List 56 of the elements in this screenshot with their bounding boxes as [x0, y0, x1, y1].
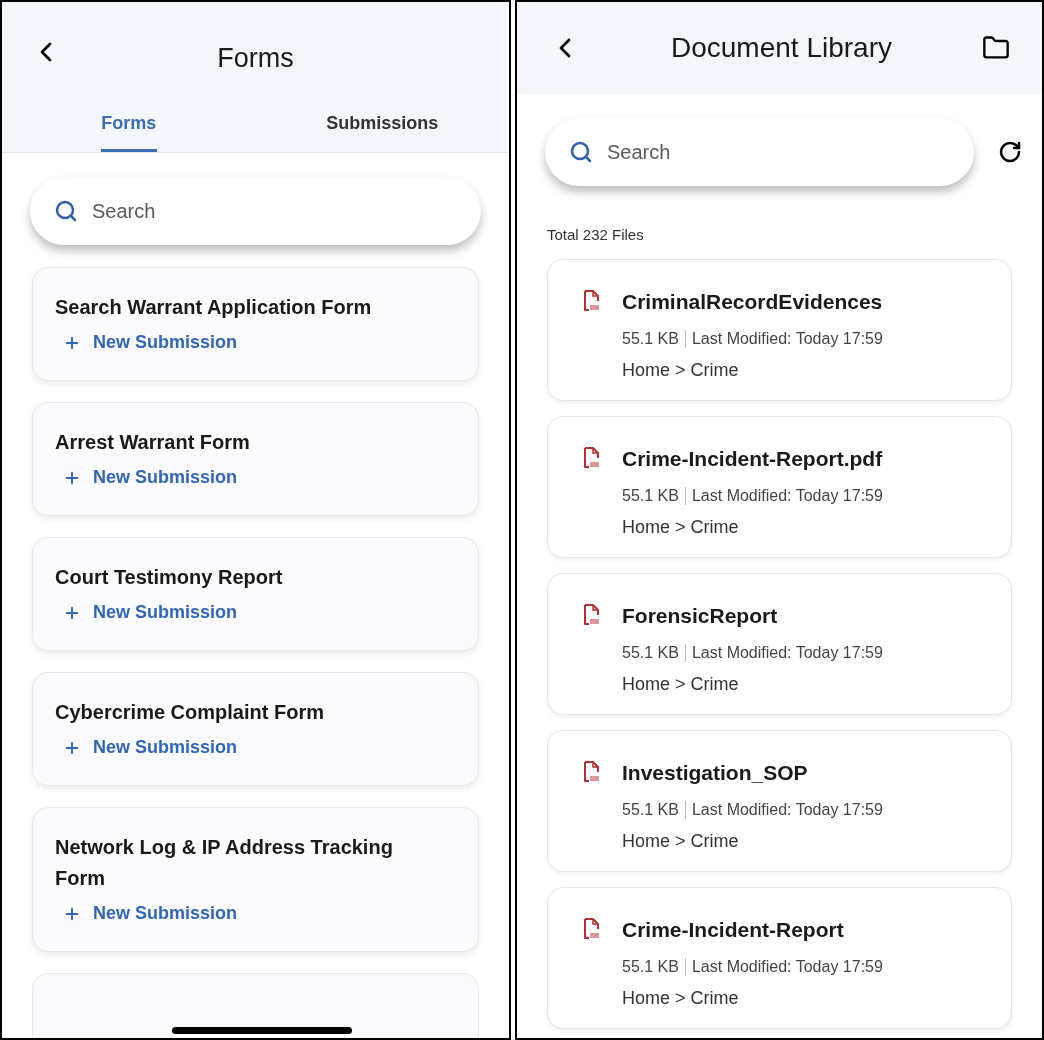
form-title: Network Log & IP Address Tracking Form [55, 835, 394, 891]
file-size: 55.1 KB [622, 957, 679, 977]
pdf-file-icon [582, 603, 600, 626]
new-submission-button[interactable]: New Submission [55, 329, 238, 356]
file-card[interactable]: ForensicReport 55.1 KB Last Modified: Today 17:59 Home > Crime [547, 572, 1012, 715]
file-size: 55.1 KB [622, 800, 679, 820]
file-path: Home > Crime [622, 987, 740, 1010]
file-path: Home > Crime [622, 830, 740, 853]
folder-icon[interactable] [982, 34, 1010, 62]
tab[interactable]: Forms [2, 106, 256, 152]
modified-date: Last Modified: Today 17:59 [691, 486, 883, 506]
search-icon [54, 199, 78, 223]
file-name: CriminalRecordEvidences [622, 288, 883, 315]
file-card[interactable]: Investigation_SOP 55.1 KB Last Modified: Today 17:59 Home > Crime [547, 729, 1012, 872]
modified-date: Last Modified: Today 17:59 [691, 957, 883, 977]
file-size: 55.1 KB [622, 329, 679, 349]
new-submission-button[interactable]: New Submission [55, 464, 238, 491]
file-path: Home > Crime [622, 673, 740, 696]
file-card[interactable]: Crime-Incident-Report 55.1 KB Last Modified: Today 17:59 Home > Crime [547, 886, 1012, 1029]
form-title: Court Testimony Report [55, 565, 284, 590]
file-name: Crime-Incident-Report [622, 916, 845, 943]
file-card[interactable]: Crime-Incident-Report.pdf 55.1 KB Last Modified: Today 17:59 Home > Crime [547, 415, 1012, 558]
pdf-file-icon [582, 760, 600, 783]
screen-title: Forms [217, 41, 294, 75]
form-title: Arrest Warrant Form [55, 430, 251, 455]
modified-date: Last Modified: Today 17:59 [691, 800, 883, 820]
search-field[interactable]: Search [545, 118, 974, 186]
form-card[interactable]: Arrest Warrant Form New Submission [32, 402, 479, 516]
form-card[interactable]: Search Warrant Application Form New Submission [32, 267, 479, 381]
pdf-file-icon [582, 446, 600, 469]
file-count: Total 232 Files [546, 225, 645, 245]
file-size: 55.1 KB [622, 486, 679, 506]
new-submission-button[interactable]: New Submission [55, 599, 238, 626]
new-submission-button[interactable]: New Submission [55, 900, 238, 927]
screen-title: Document Library [671, 31, 892, 65]
refresh-icon[interactable] [998, 140, 1022, 164]
file-name: Investigation_SOP [622, 759, 809, 786]
form-card[interactable]: Cybercrime Complaint Form New Submission [32, 672, 479, 786]
file-path: Home > Crime [622, 359, 740, 382]
file-size: 55.1 KB [622, 643, 679, 663]
search-field[interactable]: Search [30, 177, 481, 245]
file-path: Home > Crime [622, 516, 740, 539]
form-card[interactable]: Network Log & IP Address Tracking Form New Submission [32, 807, 479, 952]
form-title: Search Warrant Application Form [55, 295, 373, 320]
pdf-file-icon [582, 917, 600, 940]
form-card[interactable]: Court Testimony Report New Submission [32, 537, 479, 651]
tab[interactable]: Submissions [255, 106, 509, 152]
new-submission-button[interactable]: New Submission [55, 734, 238, 761]
search-icon [569, 140, 593, 164]
file-card[interactable]: CriminalRecordEvidences 55.1 KB Last Modified: Today 17:59 Home > Crime [547, 258, 1012, 401]
pdf-file-icon [582, 289, 600, 312]
modified-date: Last Modified: Today 17:59 [691, 329, 883, 349]
file-name: Crime-Incident-Report.pdf [622, 445, 883, 472]
form-title: Cybercrime Complaint Form [55, 700, 325, 725]
modified-date: Last Modified: Today 17:59 [691, 643, 883, 663]
file-name: ForensicReport [622, 602, 779, 629]
